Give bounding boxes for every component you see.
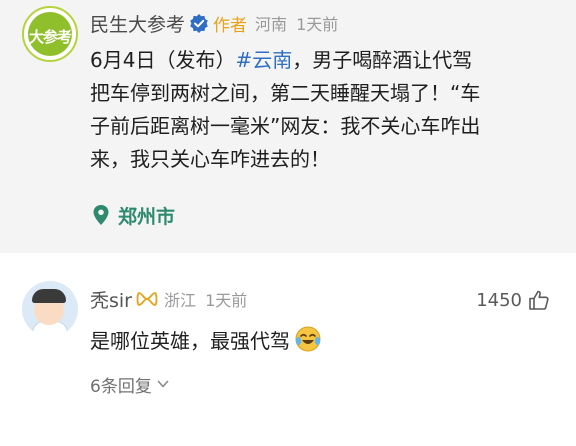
- post-avatar[interactable]: 大参考: [22, 6, 78, 62]
- thumbs-up-icon: [529, 290, 549, 310]
- comment-meta: 浙江 1天前: [164, 287, 247, 311]
- crying-laughing-emoji-icon: [295, 326, 321, 352]
- location-link[interactable]: 郑州市: [92, 200, 175, 230]
- avatar-logo-text: 大参考: [28, 28, 72, 46]
- post-body: 6月4日（发布）#云南，男子喝醉酒让代驾 把车停到两树之间，第二天睡醒天塌了！“…: [90, 44, 560, 176]
- view-replies-button[interactable]: 6条回复: [90, 369, 170, 399]
- avatar-figure-hair: [32, 289, 66, 303]
- comment-item: 秃sir 浙江 1天前 1450 是哪位英雄，最强代驾 6条回复: [0, 253, 576, 446]
- post-location-meta: 河南: [255, 15, 288, 34]
- post-header: 民生大参考 作者 河南 1天前: [90, 8, 338, 38]
- post-line-1-post: ，男子喝醉酒让代驾: [292, 48, 473, 72]
- post-card: 大参考 民生大参考 作者 河南 1天前 6月4日（发布）#云南，男子喝醉酒让代驾…: [0, 0, 576, 253]
- author-tag: 作者: [213, 15, 248, 36]
- location-pin-icon: [93, 205, 109, 225]
- post-line-2: 把车停到两树之间，第二天睡醒天塌了！“车: [90, 81, 481, 105]
- vip-badge-icon: [136, 292, 158, 306]
- comment-avatar[interactable]: [22, 281, 78, 337]
- post-line-1: 6月4日（发布）#云南，男子喝醉酒让代驾: [90, 44, 560, 77]
- comment-text: 是哪位英雄，最强代驾: [90, 328, 290, 353]
- comment-username[interactable]: 秃sir: [90, 286, 132, 313]
- location-text: 郑州市: [118, 205, 176, 228]
- like-button[interactable]: 1450: [476, 287, 550, 313]
- comment-location-meta: 浙江: [164, 291, 197, 310]
- post-line-4: 来，我只关心车咋进去的！: [90, 147, 330, 171]
- verified-icon: [190, 14, 208, 33]
- post-meta: 河南 1天前: [255, 11, 338, 35]
- post-time: 1天前: [296, 15, 339, 34]
- hashtag-link[interactable]: #云南: [235, 48, 292, 72]
- post-line-3: 子前后距离树一毫米”网友：我不关心车咋出: [90, 114, 481, 138]
- comment-time: 1天前: [205, 291, 248, 310]
- like-count: 1450: [476, 289, 522, 311]
- post-username[interactable]: 民生大参考: [90, 10, 185, 37]
- post-line-1-pre: 6月4日（发布）: [90, 48, 236, 72]
- comment-text-row: 是哪位英雄，最强代驾: [90, 323, 322, 355]
- chevron-down-icon: [157, 380, 169, 388]
- comment-header: 秃sir 浙江 1天前: [90, 285, 247, 313]
- replies-count: 6条回复: [90, 376, 152, 397]
